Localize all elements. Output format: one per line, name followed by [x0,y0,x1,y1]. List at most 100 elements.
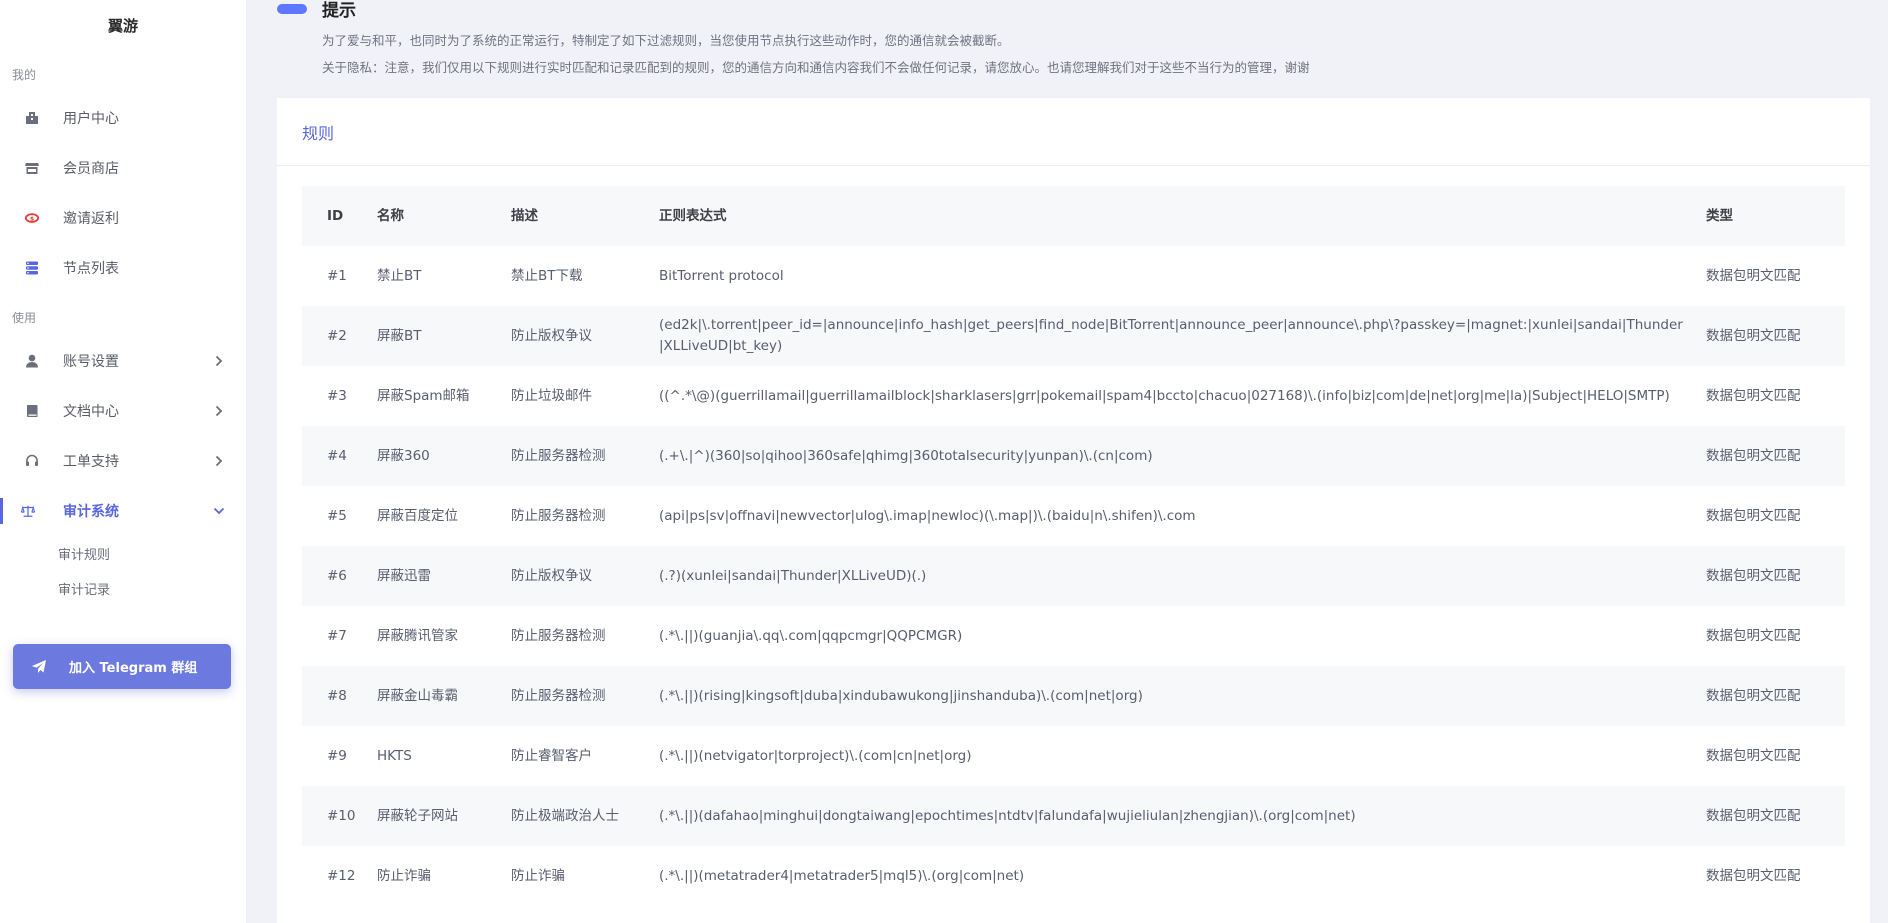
sidebar-item-user-center[interactable]: 用户中心 [0,93,246,143]
table-row: #12 防止诈骗 防止诈骗 (.*\.||)(metatrader4|metat… [302,846,1845,906]
cell-desc: 防止睿智客户 [511,748,592,764]
cell-desc: 防止版权争议 [511,568,592,584]
cell-name: 屏蔽Spam邮箱 [377,388,470,404]
book-icon [25,404,39,418]
cell-desc: 防止服务器检测 [511,628,606,644]
cell-regex: (ed2k|\.torrent|peer_id=|announce|info_h… [659,317,1683,354]
table-row: #5 屏蔽百度定位 防止服务器检测 (api|ps|sv|offnavi|new… [302,486,1845,546]
cell-type: 数据包明文匹配 [1706,687,1801,704]
column-header-id[interactable]: ID [302,208,377,224]
cell-id: #4 [327,448,347,464]
table-header-row: ID 名称 描述 正则表达式 类型 [302,186,1845,246]
cell-id: #6 [327,568,347,584]
notice-text-line2: 关于隐私：注意，我们仅用以下规则进行实时匹配和记录匹配到的规则，您的通信方向和通… [322,60,1310,75]
table-row: #9 HKTS 防止睿智客户 (.*\.||)(netvigator|torpr… [302,726,1845,786]
paper-plane-icon [31,659,47,675]
cell-type: 数据包明文匹配 [1706,807,1801,824]
cell-id: #3 [327,388,347,404]
cell-name: 防止诈骗 [377,868,431,884]
sidebar-item-invite-rebate[interactable]: $ 邀请返利 [0,193,246,243]
column-header-desc[interactable]: 描述 [511,206,659,226]
chevron-down-icon [212,504,226,518]
table-row: #6 屏蔽迅雷 防止版权争议 (.?)(xunlei|sandai|Thunde… [302,546,1845,606]
cell-name: 屏蔽BT [377,328,422,344]
cell-name: 屏蔽轮子网站 [377,808,458,824]
balance-scale-icon [21,504,35,518]
cell-name: 屏蔽金山毒霸 [377,688,458,704]
sidebar-item-label: 账号设置 [63,354,119,370]
sidebar-item-audit-system[interactable]: 审计系统 [0,486,246,536]
cell-type: 数据包明文匹配 [1706,267,1801,284]
sidebar-item-label: 审计系统 [63,504,119,520]
cell-name: 屏蔽迅雷 [377,568,431,584]
sidebar: 翼游 我的 用户中心 会员商店 $ 邀请返利 节点列表 使用 账号设置 文档中心… [0,0,247,923]
cell-regex: (.?)(xunlei|sandai|Thunder|XLLiveUD)(.) [659,567,927,584]
cell-desc: 禁止BT下载 [511,268,583,284]
rules-table: ID 名称 描述 正则表达式 类型 #1 禁止BT 禁止BT下载 BitTorr… [302,186,1845,906]
cell-type: 数据包明文匹配 [1706,387,1801,404]
table-row: #8 屏蔽金山毒霸 防止服务器检测 (.*\.||)(rising|kingso… [302,666,1845,726]
section-title-use: 使用 [12,311,37,325]
table-row: #4 屏蔽360 防止服务器检测 (.+\.|^)(360|so|qihoo|3… [302,426,1845,486]
sidebar-subitem-audit-logs[interactable]: 审计记录 [0,571,246,606]
brand-logo-text[interactable]: 翼游 [0,0,246,50]
sidebar-item-member-store[interactable]: 会员商店 [0,143,246,193]
cell-regex: (.+\.|^)(360|so|qihoo|360safe|qhimg|360t… [659,447,1153,464]
sidebar-subitem-audit-rules[interactable]: 审计规则 [0,536,246,571]
sidebar-item-label: 会员商店 [63,161,119,177]
chevron-right-icon [212,454,226,468]
cell-desc: 防止服务器检测 [511,508,606,524]
cell-id: #10 [327,808,356,824]
table-row: #3 屏蔽Spam邮箱 防止垃圾邮件 ((^.*\@)(guerrillamai… [302,366,1845,426]
cell-name: 屏蔽360 [377,448,430,464]
cell-type: 数据包明文匹配 [1706,627,1801,644]
cell-name: 屏蔽腾讯管家 [377,628,458,644]
chevron-right-icon [212,354,226,368]
cell-desc: 防止服务器检测 [511,688,606,704]
cell-regex: (api|ps|sv|offnavi|newvector|ulog\.imap|… [659,507,1196,524]
column-header-name[interactable]: 名称 [377,206,511,226]
card-title: 规则 [302,123,335,143]
cell-type: 数据包明文匹配 [1706,507,1801,524]
sidebar-item-label: 工单支持 [63,454,119,470]
sidebar-item-node-list[interactable]: 节点列表 [0,243,246,293]
svg-text:$: $ [30,216,34,223]
cell-regex: (.*\.||)(netvigator|torproject)\.(com|cn… [659,747,972,764]
notice-title: 提示 [322,1,356,21]
cell-desc: 防止诈骗 [511,868,565,884]
sidebar-item-ticket-support[interactable]: 工单支持 [0,436,246,486]
sidebar-item-label: 用户中心 [63,111,119,127]
cell-id: #1 [327,268,347,284]
cell-name: 禁止BT [377,268,422,284]
cell-type: 数据包明文匹配 [1706,867,1801,884]
sidebar-item-docs-center[interactable]: 文档中心 [0,386,246,436]
table-row: #1 禁止BT 禁止BT下载 BitTorrent protocol 数据包明文… [302,246,1845,306]
cell-regex: ((^.*\@)(guerrillamail|guerrillamailbloc… [659,387,1670,404]
rules-card: 规则 ID 名称 描述 正则表达式 类型 #1 禁止BT 禁止BT下载 BitT… [277,98,1870,923]
headset-icon [25,454,39,468]
cell-regex: BitTorrent protocol [659,267,784,284]
main-content: 提示 为了爱与和平，也同时为了系统的正常运行，特制定了如下过滤规则，当您使用节点… [247,0,1888,923]
cell-regex: (.*\.||)(metatrader4|metatrader5|mql5)\.… [659,867,1025,884]
column-header-regex[interactable]: 正则表达式 [659,206,1706,227]
cell-id: #9 [327,748,347,764]
cell-id: #7 [327,628,347,644]
table-row: #2 屏蔽BT 防止版权争议 (ed2k|\.torrent|peer_id=|… [302,306,1845,366]
cell-desc: 防止版权争议 [511,328,592,344]
sidebar-item-account-settings[interactable]: 账号设置 [0,336,246,386]
sidebar-item-label: 文档中心 [63,404,119,420]
sidebar-item-label: 节点列表 [63,261,119,277]
cell-name: HKTS [377,748,412,764]
chevron-right-icon [212,404,226,418]
cell-type: 数据包明文匹配 [1706,747,1801,764]
cell-name: 屏蔽百度定位 [377,508,458,524]
cell-type: 数据包明文匹配 [1706,447,1801,464]
cell-desc: 防止服务器检测 [511,448,606,464]
building-icon [25,111,39,125]
cell-id: #8 [327,688,347,704]
cell-desc: 防止垃圾邮件 [511,388,592,404]
column-header-type[interactable]: 类型 [1706,206,1845,227]
join-telegram-button[interactable]: 加入 Telegram 群组 [13,644,231,689]
cell-desc: 防止极端政治人士 [511,808,619,824]
sidebar-item-label: 邀请返利 [63,211,119,227]
